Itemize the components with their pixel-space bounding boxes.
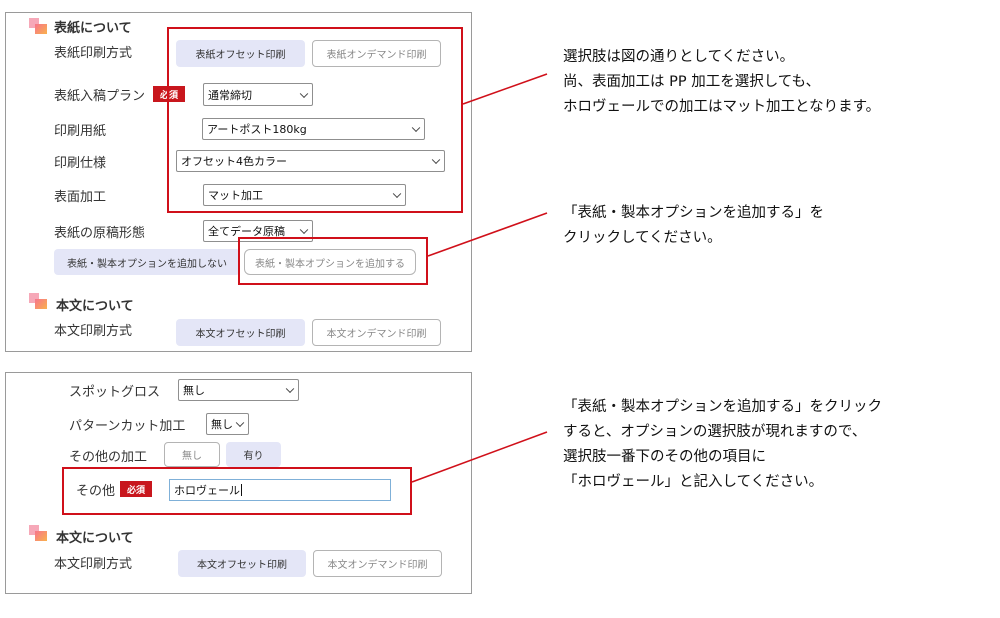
- body-print-method-label: 本文印刷方式: [54, 557, 133, 572]
- pattern-cut-select[interactable]: 無し: [206, 413, 249, 435]
- body-ondemand-print-button[interactable]: 本文オンデマンド印刷: [313, 550, 442, 577]
- note2-line2: クリックしてください。: [563, 230, 722, 246]
- body-section-title: 本文について: [56, 531, 134, 546]
- note3-line4: 「ホロヴェール」と記入してください。: [563, 474, 824, 490]
- chevron-down-icon: [299, 225, 309, 235]
- note3-line2: すると、オプションの選択肢が現れますので、: [563, 424, 867, 440]
- other-process-label: その他の加工: [69, 450, 148, 465]
- body-section-title: 本文について: [56, 299, 134, 314]
- section-marker-icon: [29, 18, 49, 34]
- note1-line2: 尚、表面加工は PP 加工を選択しても、: [563, 74, 821, 90]
- print-spec-label: 印刷仕様: [54, 156, 107, 171]
- note1-line1: 選択肢は図の通りとしてください。: [563, 49, 795, 65]
- section-marker-icon: [29, 293, 49, 309]
- options-highlight-box: [167, 27, 463, 213]
- instruction-note-3: 「表紙・製本オプションを追加する」をクリック すると、オプションの選択肢が現れま…: [563, 395, 882, 495]
- pattern-cut-value: 無し: [211, 418, 233, 431]
- paper-label: 印刷用紙: [54, 124, 107, 139]
- body-ondemand-print-button[interactable]: 本文オンデマンド印刷: [312, 319, 441, 346]
- instruction-note-2: 「表紙・製本オプションを追加する」を クリックしてください。: [563, 201, 824, 251]
- cover-plan-label: 表紙入稿プラン: [54, 89, 146, 104]
- surface-finish-label: 表面加工: [54, 190, 107, 205]
- pattern-cut-label: パターンカット加工: [69, 419, 186, 434]
- other-field-highlight-box: [62, 467, 412, 515]
- chevron-down-icon: [285, 384, 295, 394]
- cover-section-title: 表紙について: [54, 21, 132, 36]
- note3-line1: 「表紙・製本オプションを追加する」をクリック: [563, 399, 882, 415]
- note3-line3: 選択肢一番下のその他の項目に: [563, 449, 766, 465]
- connector-line-1: [462, 73, 548, 105]
- section-marker-icon: [29, 525, 49, 541]
- other-process-none-button[interactable]: 無し: [164, 442, 220, 467]
- other-process-yes-button[interactable]: 有り: [226, 442, 281, 467]
- body-print-method-label: 本文印刷方式: [54, 324, 133, 339]
- spot-gloss-label: スポットグロス: [69, 385, 161, 400]
- note2-line1: 「表紙・製本オプションを追加する」を: [563, 205, 824, 221]
- body-offset-print-button[interactable]: 本文オフセット印刷: [176, 319, 305, 346]
- instruction-note-1: 選択肢は図の通りとしてください。 尚、表面加工は PP 加工を選択しても、 ホロ…: [563, 45, 880, 120]
- note1-line3: ホロヴェールでの加工はマット加工となります。: [563, 99, 881, 115]
- manuscript-type-label: 表紙の原稿形態: [54, 226, 146, 241]
- spot-gloss-select[interactable]: 無し: [178, 379, 299, 401]
- no-option-button[interactable]: 表紙・製本オプションを追加しない: [54, 249, 240, 275]
- body-offset-print-button[interactable]: 本文オフセット印刷: [178, 550, 306, 577]
- spot-gloss-value: 無し: [183, 384, 205, 397]
- cover-print-method-label: 表紙印刷方式: [54, 46, 133, 61]
- add-option-highlight-box: [238, 237, 428, 285]
- chevron-down-icon: [235, 418, 245, 428]
